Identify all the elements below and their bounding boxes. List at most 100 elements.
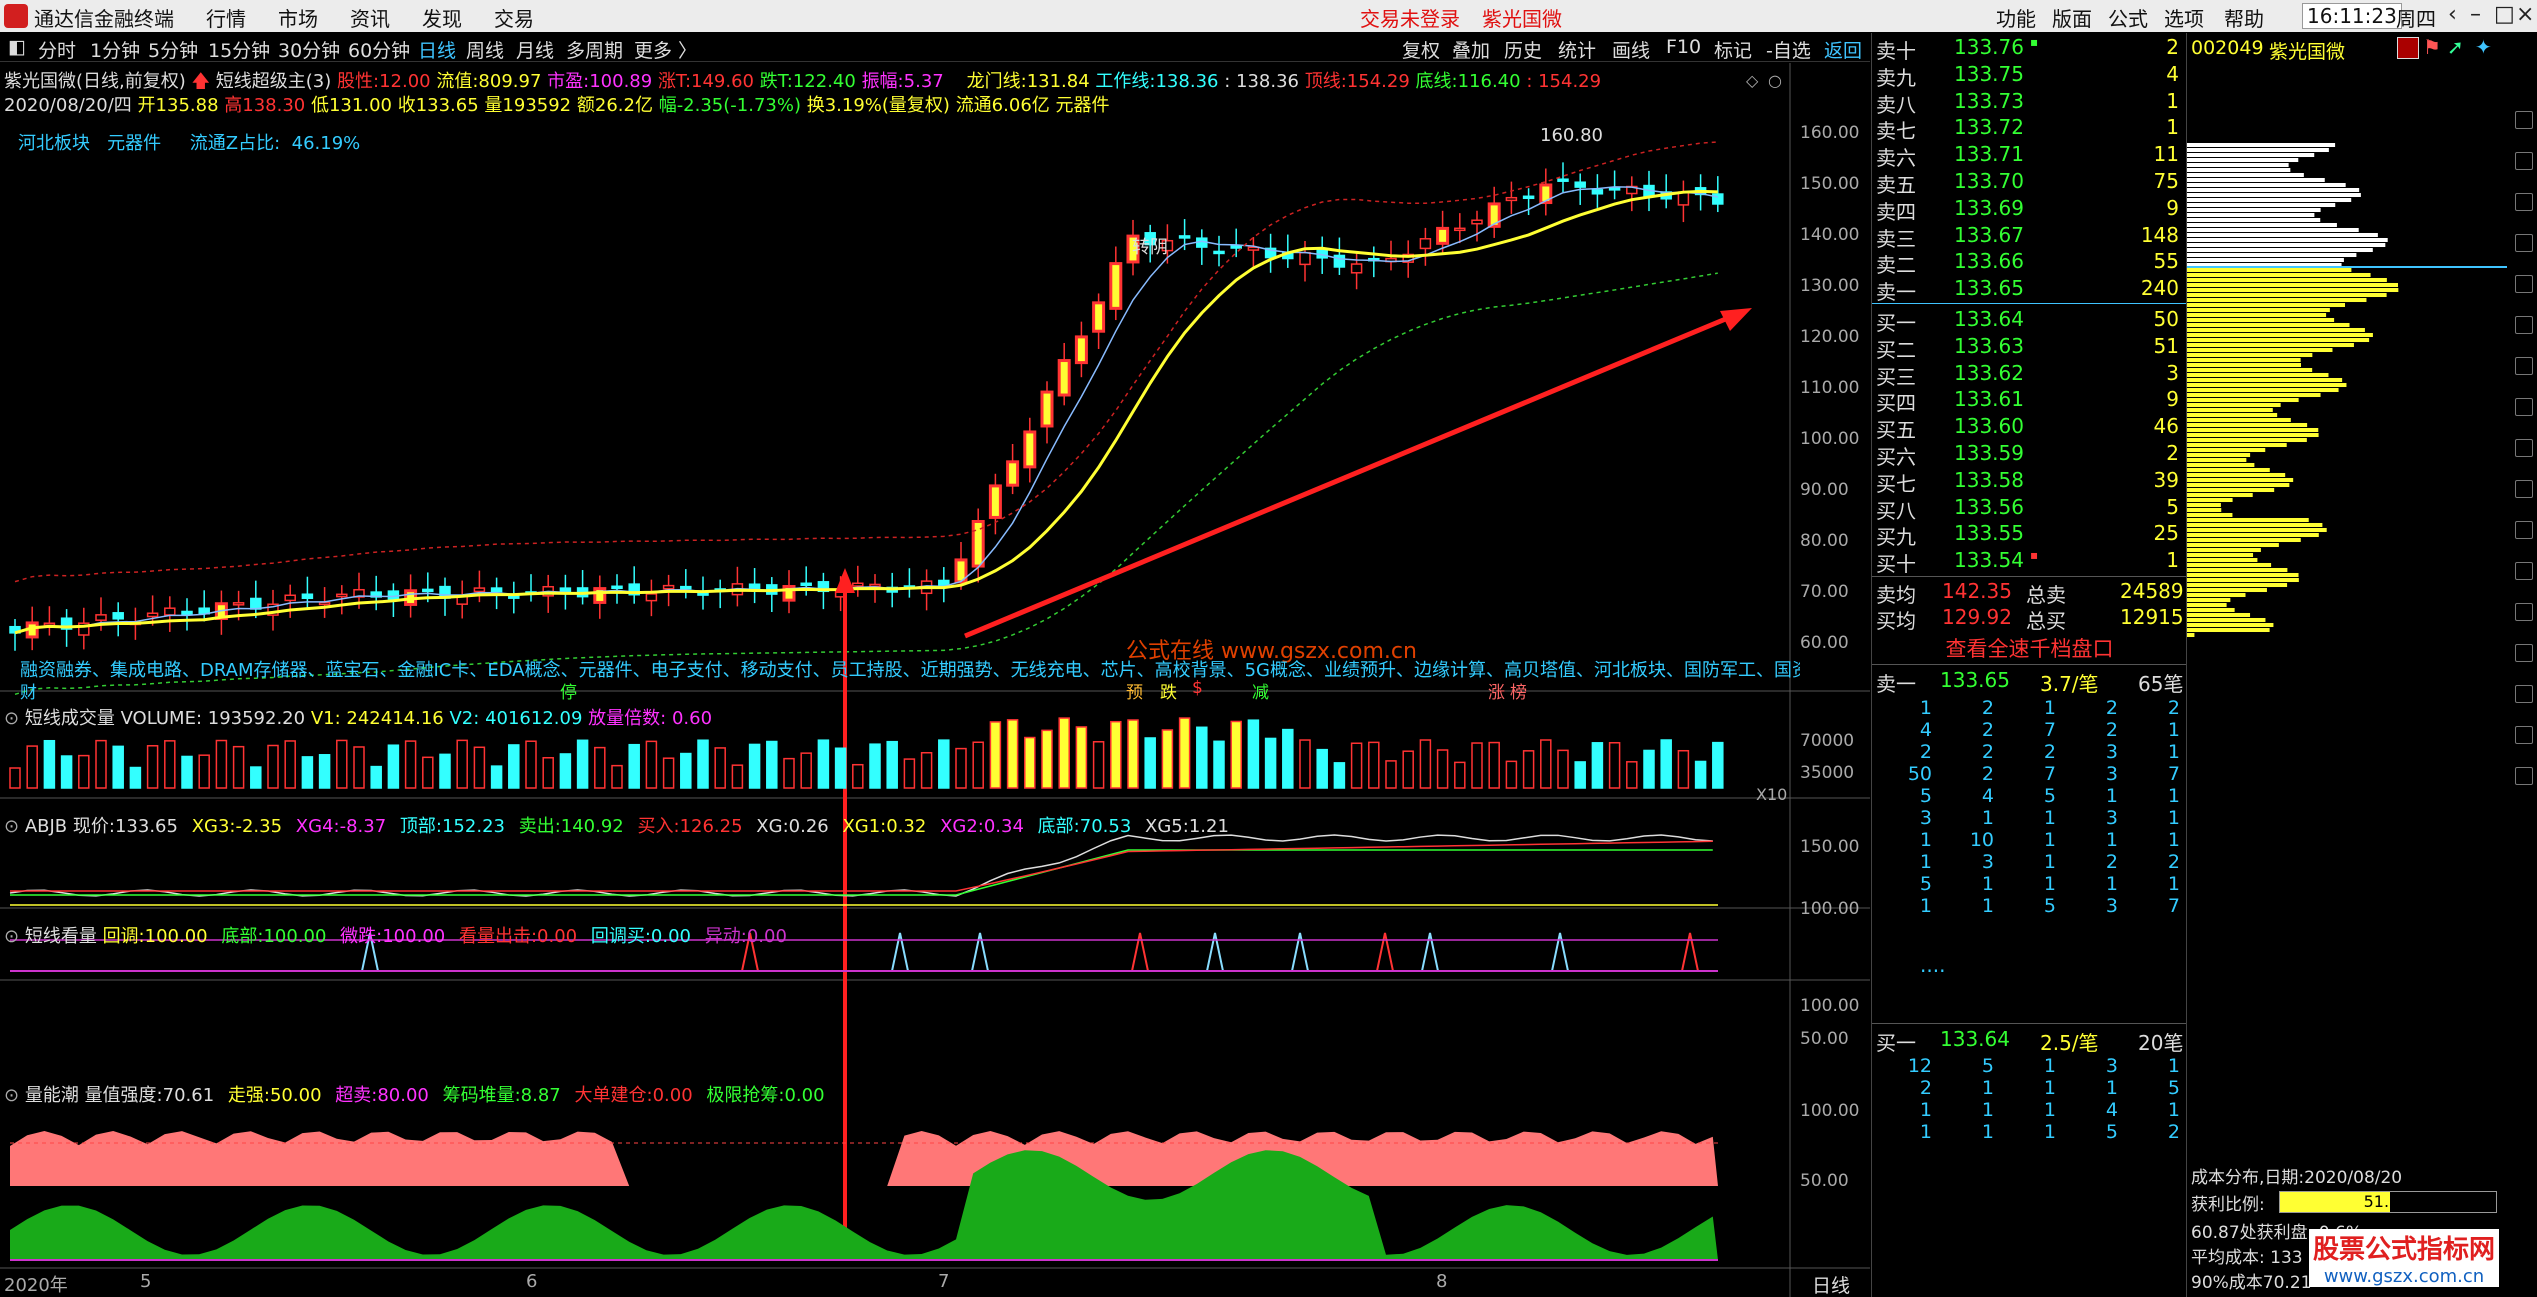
kline-chart[interactable] [0, 63, 1870, 1297]
menu-shichang[interactable]: 市场 [278, 3, 318, 32]
queue-cell: 1 [1981, 873, 1994, 895]
buy-level-row[interactable]: 买十 133.54 1 ▪ [1872, 548, 2187, 576]
btn-return[interactable]: 返回 [1824, 36, 1862, 63]
abjb-line-c [10, 840, 1713, 892]
sell-level-row[interactable]: 卖六 133.71 11 [1872, 142, 2187, 170]
price-axis-label: 110.00 [1800, 378, 1860, 398]
cost-bar [2187, 278, 2387, 282]
sell-level-row[interactable]: 卖七 133.72 1 [1872, 115, 2187, 143]
period-more[interactable]: 更多 〉 [634, 36, 697, 63]
btn-tongji[interactable]: 统计 [1558, 36, 1596, 63]
buy-level-row[interactable]: 买七 133.58 39 [1872, 468, 2187, 496]
menu-bangzhu[interactable]: 帮助 [2224, 3, 2264, 32]
period-indicator[interactable]: 日线 [1812, 1271, 1850, 1297]
period-weekly[interactable]: 周线 [466, 36, 504, 63]
period-fenshi-icon[interactable]: ◧ [8, 36, 26, 58]
period-30min[interactable]: 30分钟 [278, 36, 340, 63]
sell-level-row[interactable]: 卖三 133.67 148 [1872, 222, 2187, 251]
period-15min[interactable]: 15分钟 [208, 36, 270, 63]
menu-banmian[interactable]: 版面 [2052, 3, 2092, 32]
menu-xuanxiang[interactable]: 选项 [2164, 3, 2204, 32]
menu-zixun[interactable]: 资讯 [350, 3, 390, 32]
buy-level-row[interactable]: 买二 133.63 51 [1872, 334, 2187, 362]
sell-level-row[interactable]: 卖四 133.69 9 [1872, 196, 2187, 224]
btn-f10[interactable]: F10 [1666, 36, 1701, 58]
sell-level-row[interactable]: 卖一 133.65 240 [1872, 276, 2187, 304]
event-label-cai[interactable]: 财 [20, 678, 37, 703]
label: 卖均 [1876, 583, 1916, 607]
event-label-zhang[interactable]: 涨 [1488, 678, 1505, 703]
diamond-icon[interactable]: ◇ [1746, 71, 1758, 90]
value: 809.97 [478, 71, 542, 92]
buy-level-row[interactable]: 买八 133.56 5 [1872, 495, 2187, 523]
sell-level-row[interactable]: 卖九 133.75 4 [1872, 61, 2187, 90]
menu-gongneng[interactable]: 功能 [1996, 3, 2036, 32]
sell-level-row[interactable]: 卖八 133.73 1 [1872, 89, 2187, 117]
login-status[interactable]: 交易未登录 [1360, 3, 1460, 32]
btn-zixuan[interactable]: -自选 [1766, 36, 1811, 63]
volume-bar [473, 746, 486, 789]
volume-title[interactable]: 短线成交量 [25, 708, 115, 729]
buy-level-row[interactable]: 买六 133.59 2 [1872, 441, 2187, 469]
level-volume: 148 [2140, 222, 2179, 247]
close-icon[interactable]: × [2516, 2, 2534, 27]
event-label-jian[interactable]: 减 [1252, 678, 1269, 703]
level-label: 买八 [1876, 498, 1916, 523]
circle-icon[interactable]: ○ [1768, 71, 1782, 90]
back-icon[interactable]: ‹ [2448, 2, 2457, 27]
buy-level-row[interactable]: 买五 133.60 46 [1872, 414, 2187, 442]
menu-faxian[interactable]: 发现 [422, 3, 462, 32]
queue-row: 12 5 1 3 1 [1872, 1055, 2187, 1077]
period-multi[interactable]: 多周期 [566, 36, 623, 63]
btn-fuquan[interactable]: 复权 [1402, 36, 1440, 63]
panel-settings-icon[interactable]: ⊙ [4, 1085, 19, 1106]
kanliang-title[interactable]: 短线看量 [25, 926, 97, 947]
label: 极限抢筹: [706, 1085, 785, 1106]
level-price: 133.75 [1954, 61, 2024, 86]
volume-bar [1505, 760, 1518, 789]
cost-distribution-panel[interactable]: 002049 紫光国微 ⚑ ➚ ✦ 成本分布,日期:2020/08/20 获利比… [2186, 33, 2537, 1297]
event-label-dollar[interactable]: $ [1192, 678, 1203, 698]
value: 0.32 [886, 816, 927, 837]
btn-lishi[interactable]: 历史 [1504, 36, 1542, 63]
sell-level-row[interactable]: 卖二 133.66 55 [1872, 249, 2187, 277]
period-monthly[interactable]: 月线 [516, 36, 554, 63]
cost-bar [2187, 183, 2346, 187]
chart-area[interactable]: 紫光国微(日线,前复权) 🡅 短线超级主(3) 股性:12.00 流值:809.… [0, 63, 1870, 1297]
menu-hangqing[interactable]: 行情 [206, 3, 246, 32]
period-5min[interactable]: 5分钟 [148, 36, 198, 63]
panel-settings-icon[interactable]: ⊙ [4, 816, 19, 837]
maximize-icon[interactable]: □ [2494, 2, 2515, 27]
event-label-die[interactable]: 跌 [1160, 678, 1177, 703]
indicator-name[interactable]: 短线超级主(3) [216, 71, 332, 92]
btn-diejia[interactable]: 叠加 [1452, 36, 1490, 63]
period-60min[interactable]: 60分钟 [348, 36, 410, 63]
period-fenshi[interactable]: 分时 [38, 36, 76, 63]
sell-level-row[interactable]: 卖五 133.70 75 [1872, 169, 2187, 197]
energy-title[interactable]: 量能潮 [25, 1085, 79, 1106]
abjb-title[interactable]: ABJB [25, 816, 67, 837]
menu-jiaoyi[interactable]: 交易 [494, 3, 534, 32]
sell-level-row[interactable]: 卖十 133.76 2 ▪ [1872, 35, 2187, 63]
event-label-bang[interactable]: 榜 [1510, 678, 1527, 703]
btn-biaoji[interactable]: 标记 [1714, 36, 1752, 63]
buy-level-row[interactable]: 买三 133.62 3 [1872, 361, 2187, 389]
buy-level-row[interactable]: 买一 133.64 50 [1872, 307, 2187, 335]
panel-settings-icon[interactable]: ⊙ [4, 708, 19, 729]
btn-huaxian[interactable]: 画线 [1612, 36, 1650, 63]
menu-gongshi[interactable]: 公式 [2108, 3, 2148, 32]
minimize-icon[interactable]: – [2470, 2, 2481, 27]
volume-bar [1058, 717, 1070, 789]
queue-more[interactable]: .... [1920, 953, 1945, 977]
event-label-yu[interactable]: 预 [1126, 678, 1143, 703]
buy-level-row[interactable]: 买四 133.61 9 [1872, 387, 2187, 415]
turnover: 换3.19%(量复权) [806, 95, 950, 116]
panel-settings-icon[interactable]: ⊙ [4, 926, 19, 947]
period-daily[interactable]: 日线 [418, 36, 456, 63]
queue-cell: 1 [2043, 1055, 2056, 1077]
full-orderbook-link[interactable]: 查看全速千档盘口 [1872, 633, 2187, 663]
buy-level-row[interactable]: 买九 133.55 25 [1872, 521, 2187, 549]
level-volume: 9 [2166, 387, 2179, 412]
period-1min[interactable]: 1分钟 [90, 36, 140, 63]
event-label-ting[interactable]: 停 [560, 678, 577, 703]
